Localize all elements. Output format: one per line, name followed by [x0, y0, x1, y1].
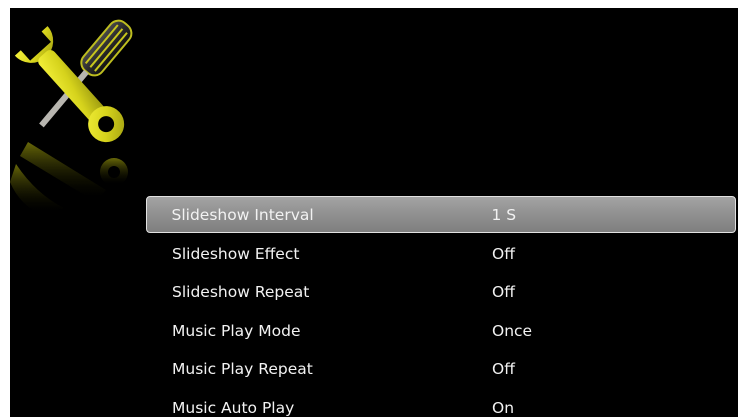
- setting-value: Off: [492, 244, 515, 263]
- setting-row-music-auto-play[interactable]: Music Auto Play On: [146, 389, 736, 417]
- setting-label: Slideshow Repeat: [172, 283, 310, 302]
- setting-value: On: [492, 398, 515, 417]
- setting-value: 1 S: [491, 205, 517, 224]
- setting-value: Off: [492, 283, 515, 302]
- settings-screen: Slideshow Interval 1 S Slideshow Effect …: [10, 8, 738, 417]
- setting-label: Music Play Repeat: [172, 360, 313, 379]
- setting-row-music-play-mode[interactable]: Music Play Mode Once: [146, 312, 736, 351]
- setting-label: Music Auto Play: [172, 398, 295, 417]
- setting-row-slideshow-interval[interactable]: Slideshow Interval 1 S: [146, 196, 736, 233]
- setting-value: Once: [492, 321, 533, 340]
- settings-menu: Slideshow Interval 1 S Slideshow Effect …: [146, 196, 736, 417]
- setting-row-slideshow-effect[interactable]: Slideshow Effect Off: [146, 235, 736, 274]
- setting-value: Off: [492, 360, 515, 379]
- wrench-screwdriver-icon: [10, 19, 133, 216]
- setting-label: Slideshow Effect: [172, 244, 300, 263]
- setting-row-music-play-repeat[interactable]: Music Play Repeat Off: [146, 350, 736, 389]
- setting-label: Music Play Mode: [172, 321, 301, 340]
- setting-row-slideshow-repeat[interactable]: Slideshow Repeat Off: [146, 273, 736, 312]
- setting-label: Slideshow Interval: [171, 205, 314, 224]
